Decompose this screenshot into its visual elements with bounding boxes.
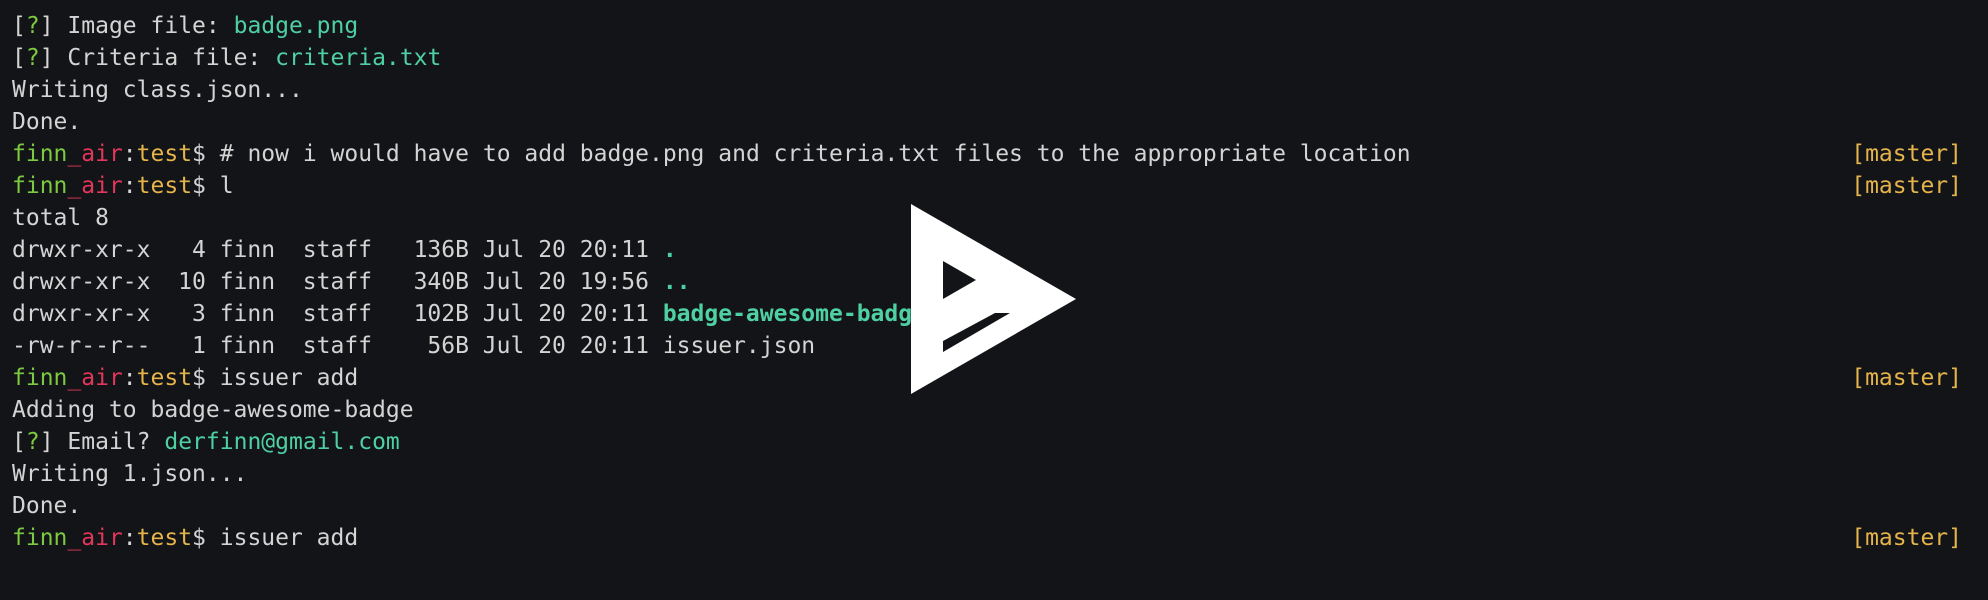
command-text: l bbox=[219, 173, 234, 199]
output-line: Writing 1.json... bbox=[12, 461, 248, 487]
prompt-symbol: $ bbox=[192, 141, 220, 167]
prompt-colon: : bbox=[122, 141, 137, 167]
bracket: [ bbox=[12, 429, 26, 455]
prompt-user: finn bbox=[12, 365, 68, 391]
prompt-answer: criteria.txt bbox=[275, 45, 442, 71]
prompt-directory: test bbox=[136, 173, 193, 199]
prompt-answer: derfinn@gmail.com bbox=[164, 429, 400, 455]
git-branch-indicator: [master] bbox=[1851, 365, 1962, 391]
prompt-host: air bbox=[81, 525, 123, 551]
bracket: ] bbox=[39, 429, 68, 455]
terminal-line: [?] Criteria file: criteria.txt bbox=[12, 42, 1962, 74]
terminal-line: [?] Image file: badge.png bbox=[12, 10, 1962, 42]
prompt-user: finn bbox=[12, 141, 68, 167]
directory-name: .. bbox=[662, 269, 691, 295]
prompt-label: Email? bbox=[67, 429, 165, 455]
prompt-separator: _ bbox=[67, 365, 82, 391]
prompt-user: finn bbox=[12, 525, 68, 551]
prompt-host: air bbox=[81, 365, 123, 391]
prompt-colon: : bbox=[122, 173, 137, 199]
bracket: ] bbox=[39, 13, 68, 39]
command-text: issuer add bbox=[219, 525, 359, 551]
prompt-directory: test bbox=[136, 141, 193, 167]
terminal-line: [?] Email? derfinn@gmail.com bbox=[12, 426, 1962, 458]
bracket: ] bbox=[39, 45, 68, 71]
terminal-window[interactable]: [?] Image file: badge.png [?] Criteria f… bbox=[0, 0, 1988, 600]
output-line: Done. bbox=[12, 493, 82, 519]
shell-prompt-line: finn_air:test$ issuer add [master] bbox=[12, 522, 1962, 554]
shell-prompt-line: finn_air:test$ l [master] bbox=[12, 170, 1962, 202]
output-line: Writing class.json... bbox=[12, 77, 303, 103]
command-text: issuer add bbox=[219, 365, 359, 391]
question-mark: ? bbox=[25, 45, 40, 71]
git-branch-indicator: [master] bbox=[1851, 173, 1962, 199]
question-mark: ? bbox=[25, 13, 40, 39]
prompt-answer: badge.png bbox=[233, 13, 359, 39]
prompt-user: finn bbox=[12, 173, 68, 199]
prompt-symbol: $ bbox=[192, 173, 220, 199]
prompt-separator: _ bbox=[67, 141, 82, 167]
directory-name: badge-awesome-badge bbox=[662, 301, 926, 327]
prompt-separator: _ bbox=[67, 173, 82, 199]
bracket: [ bbox=[12, 45, 26, 71]
prompt-label: Criteria file: bbox=[67, 45, 276, 71]
prompt-host: air bbox=[81, 173, 123, 199]
file-meta: drwxr-xr-x 10 finn staff 340B Jul 20 19:… bbox=[12, 269, 663, 295]
prompt-symbol: $ bbox=[192, 525, 220, 551]
prompt-colon: : bbox=[122, 525, 137, 551]
git-branch-indicator: [master] bbox=[1851, 525, 1962, 551]
prompt-symbol: $ bbox=[192, 365, 220, 391]
git-branch-indicator: [master] bbox=[1851, 141, 1962, 167]
file-meta: -rw-r--r-- 1 finn staff 56B Jul 20 20:11 bbox=[12, 333, 663, 359]
prompt-colon: : bbox=[122, 365, 137, 391]
file-meta: drwxr-xr-x 4 finn staff 136B Jul 20 20:1… bbox=[12, 237, 663, 263]
directory-name: . bbox=[662, 237, 677, 263]
play-icon bbox=[911, 204, 1076, 394]
shell-prompt-line: finn_air:test$ # now i would have to add… bbox=[12, 138, 1962, 170]
command-text: # now i would have to add badge.png and … bbox=[219, 141, 1411, 167]
prompt-label: Image file: bbox=[67, 13, 234, 39]
file-meta: drwxr-xr-x 3 finn staff 102B Jul 20 20:1… bbox=[12, 301, 663, 327]
output-line: Done. bbox=[12, 109, 82, 135]
prompt-host: air bbox=[81, 141, 123, 167]
prompt-directory: test bbox=[136, 525, 193, 551]
file-name: issuer.json bbox=[662, 333, 816, 359]
bracket: [ bbox=[12, 13, 26, 39]
play-button[interactable] bbox=[908, 202, 1078, 397]
prompt-separator: _ bbox=[67, 525, 82, 551]
output-line: Adding to badge-awesome-badge bbox=[12, 397, 414, 423]
prompt-directory: test bbox=[136, 365, 193, 391]
question-mark: ? bbox=[25, 429, 40, 455]
